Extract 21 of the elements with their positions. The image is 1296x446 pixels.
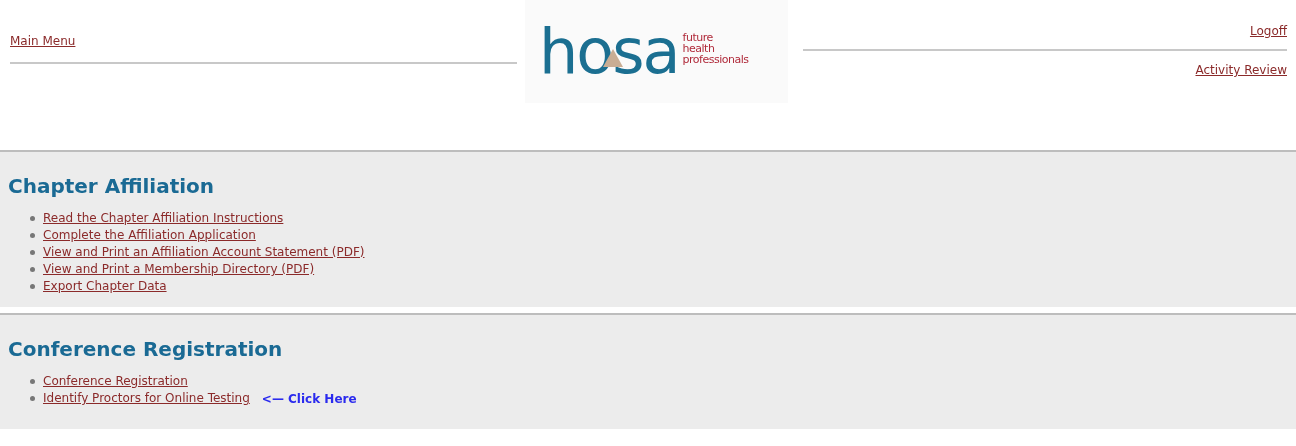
main-menu-link[interactable]: Main Menu bbox=[10, 33, 76, 50]
bullet-icon bbox=[30, 396, 35, 401]
logoff-link[interactable]: Logoff bbox=[1249, 23, 1287, 40]
section-heading: Conference Registration bbox=[8, 337, 284, 361]
menu-link[interactable]: View and Print an Affiliation Account Statement (PDF) bbox=[43, 244, 365, 261]
bullet-icon bbox=[30, 267, 35, 272]
bullet-icon bbox=[30, 284, 35, 289]
menu-link[interactable]: Export Chapter Data bbox=[43, 278, 167, 295]
click-here-note: <— Click Here bbox=[261, 391, 357, 406]
section-heading: Chapter Affiliation bbox=[8, 174, 216, 198]
menu-link[interactable]: Complete the Affiliation Application bbox=[43, 227, 256, 244]
activity-review-link[interactable]: Activity Review bbox=[1195, 62, 1287, 79]
menu-link[interactable]: View and Print a Membership Directory (PDF) bbox=[43, 261, 315, 278]
menu-link[interactable]: Conference Registration bbox=[43, 373, 188, 390]
menu-link[interactable]: Identify Proctors for Online Testing bbox=[43, 390, 250, 407]
triangle-icon bbox=[603, 48, 623, 67]
bullet-icon bbox=[30, 216, 35, 221]
bullet-icon bbox=[30, 233, 35, 238]
menu-link[interactable]: Read the Chapter Affiliation Instructions bbox=[43, 210, 284, 227]
bullet-icon bbox=[30, 379, 35, 384]
bullet-icon bbox=[30, 250, 35, 255]
